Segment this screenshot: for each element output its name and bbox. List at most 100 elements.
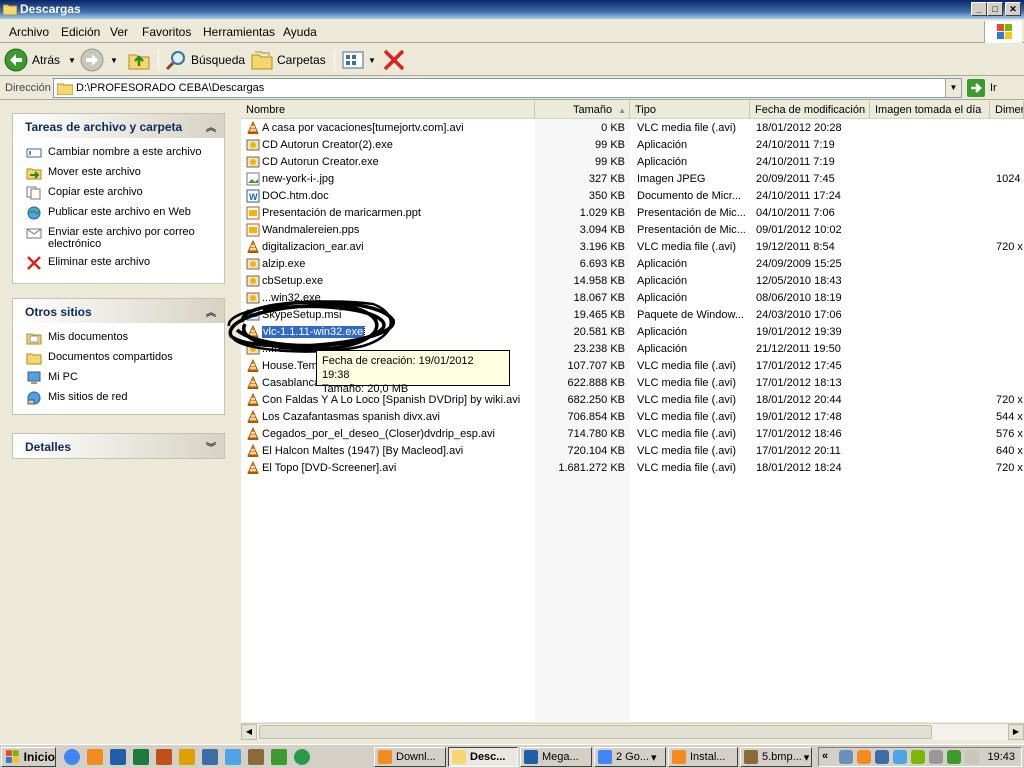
column-header-dimensions[interactable]: Dimen <box>990 101 1024 119</box>
file-size-text: 327 KB <box>588 173 625 185</box>
task-copy[interactable]: Copiar este archivo <box>13 183 224 203</box>
horizontal-scrollbar[interactable]: ◀ ▶ <box>241 723 1024 740</box>
quick-launch-word-icon[interactable] <box>110 749 126 765</box>
menu-herramientas[interactable]: Herramientas <box>203 25 275 39</box>
close-button[interactable]: ✕ <box>1005 2 1021 16</box>
task-delete[interactable]: Eliminar este archivo <box>13 253 224 273</box>
tray-volume-icon[interactable] <box>929 750 943 764</box>
menu-archivo[interactable]: Archivo <box>9 25 49 39</box>
place-my-computer[interactable]: Mi PC <box>13 368 224 388</box>
file-tasks-header[interactable]: Tareas de archivo y carpeta ︽ <box>13 114 224 138</box>
delete-toolbar-button[interactable] <box>382 48 406 72</box>
back-dropdown-icon[interactable]: ▼ <box>68 56 76 65</box>
file-row[interactable]: Los Cazafantasmas spanish divx.avi 706.85… <box>241 409 1024 426</box>
quick-launch-excel-icon[interactable] <box>133 749 149 765</box>
task-rename[interactable]: Cambiar nombre a este archivo <box>13 143 224 163</box>
collapse-icon[interactable]: ︽ <box>206 119 216 134</box>
file-row[interactable]: new-york-i-.jpg 327 KB Imagen JPEG 20/09/20… <box>241 171 1024 188</box>
quick-launch-media-icon[interactable] <box>179 749 195 765</box>
collapse-icon[interactable]: ︽ <box>206 304 216 319</box>
column-header-type[interactable]: Tipo <box>630 101 750 119</box>
other-places-header[interactable]: Otros sitios ︽ <box>13 299 224 323</box>
column-type-label: Tipo <box>635 104 656 116</box>
scroll-left-icon[interactable]: ◀ <box>241 724 257 740</box>
task-group-dropdown-icon[interactable]: ▾ <box>651 751 657 764</box>
menu-ayuda[interactable]: Ayuda <box>283 25 317 39</box>
quick-launch-winrar-icon[interactable] <box>248 749 264 765</box>
views-dropdown-icon[interactable]: ▼ <box>368 56 376 65</box>
task-move[interactable]: Mover este archivo <box>13 163 224 183</box>
file-row[interactable]: Presentación de maricarmen.ppt 1.029 KB Pr… <box>241 205 1024 222</box>
column-header-modified[interactable]: Fecha de modificación <box>750 101 870 119</box>
menu-edicion[interactable]: Edición <box>61 25 100 39</box>
go-button[interactable]: Ir <box>967 78 997 98</box>
tray-misc-icon[interactable] <box>965 750 979 764</box>
file-dimensions: 720 x <box>996 462 1024 474</box>
taskbar-task-button[interactable]: 5.bmp... ▾ <box>740 747 812 767</box>
menu-favoritos[interactable]: Favoritos <box>142 25 191 39</box>
up-folder-button[interactable] <box>128 48 150 72</box>
expand-icon[interactable]: ︾ <box>206 439 216 454</box>
quick-launch-spotify-icon[interactable] <box>294 749 310 765</box>
file-row[interactable]: Cegados_por_el_deseo_(Closer)dvdrip_esp.… <box>241 426 1024 443</box>
file-row[interactable]: CD Autorun Creator.exe 99 KB Aplicación 24/… <box>241 154 1024 171</box>
tray-wifi-icon[interactable] <box>875 750 889 764</box>
file-row[interactable]: El Halcon Maltes (1947) [By Macleod].avi… <box>241 443 1024 460</box>
address-dropdown-icon[interactable]: ▼ <box>945 79 961 97</box>
search-button[interactable]: Búsqueda <box>165 48 245 72</box>
file-row[interactable]: ...win32.exe 18.067 KB Aplicación 08/06/201… <box>241 290 1024 307</box>
file-row[interactable]: digitalizacion_ear.avi 3.196 KB VLC media … <box>241 239 1024 256</box>
back-button[interactable]: Atrás ▼ <box>4 48 76 72</box>
file-row[interactable]: alzip.exe 6.693 KB Aplicación 24/09/2009 15… <box>241 256 1024 273</box>
task-publish[interactable]: Publicar este archivo en Web <box>13 203 224 223</box>
taskbar-task-button[interactable]: Instal... <box>668 747 738 767</box>
maximize-button[interactable]: □ <box>987 2 1003 16</box>
start-button[interactable]: Inicio <box>1 747 56 767</box>
go-arrow-icon <box>967 79 985 97</box>
scrollbar-thumb[interactable] <box>259 725 932 739</box>
file-row[interactable]: CD Autorun Creator(2).exe 99 KB Aplicación… <box>241 137 1024 154</box>
quick-launch-vlc-icon[interactable] <box>87 749 103 765</box>
clock[interactable]: 19:43 <box>987 751 1015 763</box>
tray-tool-icon[interactable] <box>911 750 925 764</box>
tray-shield-icon[interactable] <box>893 750 907 764</box>
quick-launch-explorer-icon[interactable] <box>202 749 218 765</box>
forward-button[interactable]: ▼ <box>80 48 118 72</box>
quick-launch-picture-icon[interactable] <box>271 749 287 765</box>
file-row[interactable]: El Topo [DVD-Screener].avi 1.681.272 KB VL… <box>241 460 1024 477</box>
file-row[interactable]: vlc-1.1.11-win32.exe 20.581 KB Aplicación 1… <box>241 324 1024 341</box>
scroll-right-icon[interactable]: ▶ <box>1008 724 1024 740</box>
file-row[interactable]: SkypeSetup.msi 19.465 KB Paquete de Window… <box>241 307 1024 324</box>
place-shared-documents[interactable]: Documentos compartidos <box>13 348 224 368</box>
column-header-taken[interactable]: Imagen tomada el día <box>870 101 990 119</box>
file-row[interactable]: A casa por vacaciones[tumejortv.com].avi… <box>241 120 1024 137</box>
minimize-button[interactable]: _ <box>971 2 987 16</box>
tray-expand-icon[interactable]: « <box>822 750 828 762</box>
quick-launch-powerpoint-icon[interactable] <box>156 749 172 765</box>
taskbar-task-button[interactable]: Mega... <box>520 747 592 767</box>
tray-update-icon[interactable] <box>947 750 961 764</box>
task-email[interactable]: Enviar este archivo por correo electróni… <box>13 223 224 253</box>
quick-launch-update-icon[interactable] <box>225 749 241 765</box>
taskbar-task-button[interactable]: Downl... <box>374 747 446 767</box>
taskbar-task-button[interactable]: Desc... <box>448 747 518 767</box>
menu-ver[interactable]: Ver <box>110 25 128 39</box>
folders-button[interactable]: Carpetas <box>251 48 326 72</box>
column-header-size[interactable]: Tamaño ▲ <box>535 101 630 119</box>
place-network[interactable]: Mis sitios de red <box>13 388 224 408</box>
place-my-documents[interactable]: Mis documentos <box>13 328 224 348</box>
forward-dropdown-icon[interactable]: ▼ <box>110 56 118 65</box>
tray-vlc-icon[interactable] <box>857 750 871 764</box>
views-button[interactable]: ▼ <box>342 48 376 72</box>
column-header-name[interactable]: Nombre <box>241 101 535 119</box>
taskbar-task-button[interactable]: 2 Go... ▾ <box>594 747 666 767</box>
task-group-dropdown-icon[interactable]: ▾ <box>804 751 810 764</box>
title-bar[interactable]: Descargas _ □ ✕ <box>0 0 1024 19</box>
quick-launch-chrome-icon[interactable] <box>64 749 80 765</box>
file-row[interactable]: cbSetup.exe 14.958 KB Aplicación 12/05/2010… <box>241 273 1024 290</box>
tray-network-icon[interactable] <box>839 750 853 764</box>
file-row[interactable]: W DOC.htm.doc 350 KB Documento de Micr... 24… <box>241 188 1024 205</box>
file-row[interactable]: Wandmalereien.pps 3.094 KB Presentación de… <box>241 222 1024 239</box>
address-input[interactable]: D:\PROFESORADO CEBA\Descargas ▼ <box>53 78 962 98</box>
details-header[interactable]: Detalles ︾ <box>13 434 224 458</box>
